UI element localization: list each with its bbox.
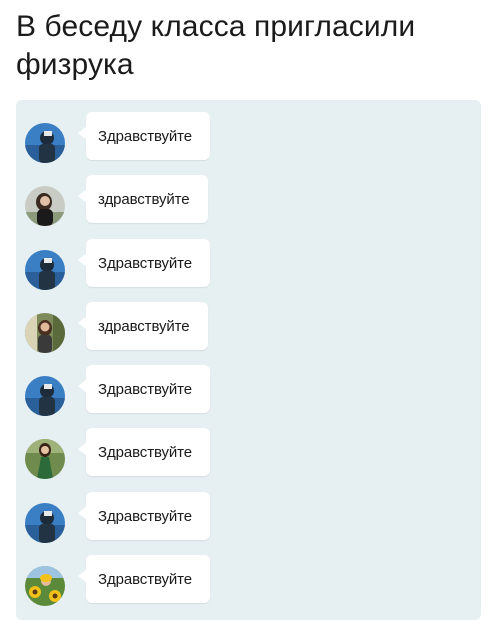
avatar-girl-green-dress-icon[interactable] [25,439,65,479]
message-row: Здравствуйте [16,239,481,299]
message-row: здравствуйте [16,175,481,235]
avatar-blue-man-icon[interactable] [25,250,65,290]
message-bubble[interactable]: Здравствуйте [78,492,211,540]
bubble-tail [78,442,87,456]
message-text: Здравствуйте [98,127,193,145]
avatar-sunflowers-icon[interactable] [25,566,65,606]
message-text: Здравствуйте [98,380,193,398]
message-text: здравствуйте [98,190,190,208]
bubble-tail [78,379,87,393]
message-bubble[interactable]: здравствуйте [78,175,208,223]
post-caption: В беседу класса пригласили физрука [16,10,416,81]
message-text: здравствуйте [98,317,190,335]
bubble-tail [78,189,87,203]
message-bubble[interactable]: Здравствуйте [78,365,211,413]
message-text: Здравствуйте [98,254,193,272]
avatar-blue-man-icon[interactable] [25,123,65,163]
avatar-blue-man-icon[interactable] [25,376,65,416]
message-row: здравствуйте [16,302,481,362]
avatar-blue-man-icon[interactable] [25,503,65,543]
bubble-tail [78,126,87,140]
message-row: Здравствуйте [16,428,481,488]
message-text: Здравствуйте [98,443,193,461]
avatar-girl-outdoor-icon[interactable] [25,313,65,353]
bubble-tail [78,253,87,267]
message-bubble[interactable]: здравствуйте [78,302,208,350]
message-row: Здравствуйте [16,492,481,552]
message-text: Здравствуйте [98,570,193,588]
message-text: Здравствуйте [98,507,193,525]
message-bubble[interactable]: Здравствуйте [78,555,211,603]
message-bubble[interactable]: Здравствуйте [78,428,211,476]
bubble-tail [78,569,87,583]
avatar-girl-dark-hair-icon[interactable] [25,186,65,226]
bubble-tail [78,316,87,330]
message-row: Здравствуйте [16,555,481,615]
message-bubble[interactable]: Здравствуйте [78,112,211,160]
message-row: Здравствуйте [16,112,481,172]
message-bubble[interactable]: Здравствуйте [78,239,211,287]
bubble-tail [78,506,87,520]
message-row: Здравствуйте [16,365,481,425]
chat-panel: Здравствуйте здравствуйте Здравствуйте з… [16,100,481,620]
